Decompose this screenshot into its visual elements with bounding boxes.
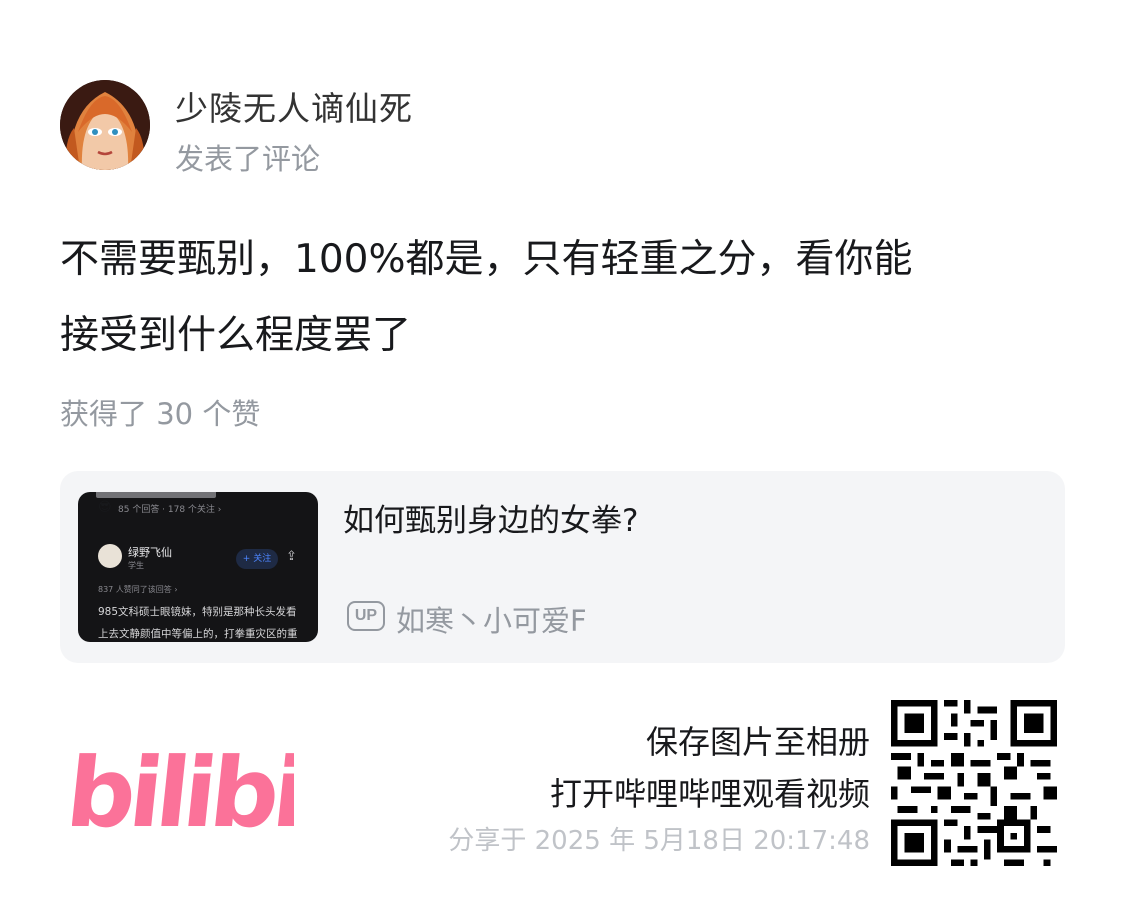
video-title[interactable]: 如何甄别身边的女拳? (343, 495, 638, 540)
like-count: 获得了 30 个赞 (60, 397, 261, 431)
thumbnail-text-line: 985文科硕士眼镜妹，特别是那种长头发看 (98, 606, 297, 618)
qr-code-icon[interactable] (890, 700, 1058, 866)
thumbnail-author: 绿野飞仙 (128, 546, 172, 559)
share-instructions: 保存图片至相册 打开哔哩哔哩观看视频 (550, 716, 870, 820)
comment-line: 不需要甄别，100%都是，只有轻重之分，看你能 (60, 237, 913, 282)
video-thumbnail[interactable]: 😎 85 个回答 · 178 个关注 › 绿野飞仙 学生 + 关注 ⇪ 837 … (78, 492, 318, 642)
save-image-text: 保存图片至相册 (645, 723, 870, 761)
bilibili-logo-icon: bilibili (61, 737, 360, 849)
bilibili-logo: bilibili (61, 728, 360, 849)
avatar-image (60, 80, 150, 170)
user-avatar[interactable] (60, 80, 150, 170)
qr-code-image (891, 700, 1057, 866)
thumbnail-meta: 85 个回答 · 178 个关注 › (118, 505, 222, 515)
username[interactable]: 少陵无人谪仙死 (175, 82, 413, 130)
thumbnail-follow-badge: + 关注 (236, 549, 278, 569)
comment-header: 少陵无人谪仙死 发表了评论 (60, 80, 660, 176)
up-badge-icon: UP (347, 601, 385, 631)
comment-body: 不需要甄别，100%都是，只有轻重之分，看你能 接受到什么程度罢了 (60, 222, 1070, 374)
open-app-text: 打开哔哩哔哩观看视频 (549, 775, 870, 813)
thumbnail-avatar (98, 544, 122, 568)
video-card[interactable]: 😎 85 个回答 · 178 个关注 › 绿野飞仙 学生 + 关注 ⇪ 837 … (60, 471, 1065, 663)
comment-line: 接受到什么程度罢了 (60, 313, 412, 358)
thumbnail-text-line: 上去文静颜值中等偏上的，打拳重灾区的重 (98, 628, 298, 640)
share-date: 分享于 2025 年 5月18日 20:17:48 (448, 826, 870, 856)
uploader-name[interactable]: 如寒丶小可爱F (396, 598, 587, 640)
logo-text: bilibili (72, 737, 294, 838)
sunglasses-emoji-icon: 😎 (98, 500, 112, 515)
thumbnail-voted: 837 人赞同了该回答 › (98, 585, 178, 594)
thumbnail-role: 学生 (128, 561, 144, 570)
share-icon: ⇪ (286, 549, 297, 564)
action-text: 发表了评论 (175, 142, 321, 176)
thumbnail-header-bar (96, 492, 216, 498)
